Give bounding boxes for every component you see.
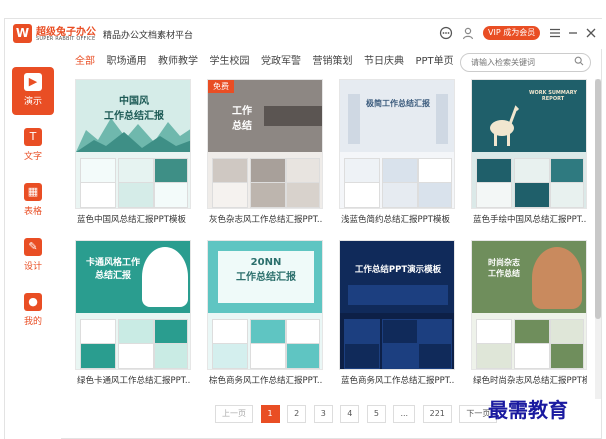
page-button[interactable]: 4 <box>340 405 360 423</box>
scrollbar[interactable] <box>595 79 601 399</box>
template-card[interactable]: 卡通风格工作 总结汇报 绿色卡通风工作总结汇报PPT... <box>75 240 191 392</box>
template-thumbnail[interactable]: 中国风 工作总结汇报 <box>75 79 191 209</box>
minimize-icon[interactable] <box>566 26 580 40</box>
message-icon[interactable] <box>439 26 453 40</box>
search-icon[interactable] <box>574 56 584 69</box>
text-doc-icon: T <box>24 128 42 146</box>
page-button[interactable]: 5 <box>366 405 386 423</box>
sidebar-item-presentation[interactable]: ▶ 演示 <box>12 67 54 115</box>
sidebar-item-label: 我的 <box>23 317 42 327</box>
template-title[interactable]: 绿色时尚杂志风总结汇报PPT模板 <box>473 374 587 386</box>
category-tabs: 全部 职场通用 教师教学 学生校园 党政军警 营销策划 节日庆典 PPT单页 <box>75 52 462 72</box>
slide-title: WORK SUMMARY REPORT <box>529 90 577 102</box>
slide-title: 时尚杂志 工作总结 <box>488 258 520 278</box>
template-card[interactable]: 工作 总结 免费 灰色杂志风工作总结汇报PPT... <box>207 79 323 231</box>
page-button[interactable]: 1 <box>260 405 280 423</box>
template-title[interactable]: 绿色卡通风工作总结汇报PPT... <box>77 374 191 386</box>
sidebar-item-mine[interactable]: ● 我的 <box>12 287 54 335</box>
close-icon[interactable] <box>584 26 598 40</box>
app-slogan: 精品办公文档素材平台 <box>103 31 194 41</box>
sidebar-item-label: 文字 <box>23 152 42 162</box>
tab-festival[interactable]: 节日庆典 <box>364 52 404 72</box>
template-title[interactable]: 蓝色商务风工作总结汇报PPT... <box>341 374 455 386</box>
template-thumbnail[interactable]: 时尚杂志 工作总结 <box>471 240 587 370</box>
template-card[interactable]: 时尚杂志 工作总结 绿色时尚杂志风总结汇报PPT模板 <box>471 240 587 392</box>
page-button[interactable]: 3 <box>313 405 333 423</box>
template-card[interactable]: 极简工作总结汇报 浅蓝色简约总结汇报PPT模板 <box>339 79 455 231</box>
app-window: W 超级兔子办公 SUPER RABBIT OFFICE 精品办公文档素材平台 … <box>4 18 603 439</box>
presentation-icon: ▶ <box>24 73 42 91</box>
slide-title: 中国风 工作总结汇报 <box>104 96 164 122</box>
page-ellipsis: ... <box>393 405 416 423</box>
slide-title: 卡通风格工作 总结汇报 <box>85 258 140 281</box>
sidebar: ▶ 演示 T 文字 ▦ 表格 ✎ 设计 ● 我的 <box>5 49 61 439</box>
template-card[interactable]: WORK SUMMARY REPORT 蓝色手绘中国风总结汇报PPT... <box>471 79 587 231</box>
slide-title: 工作总结PPT演示模板 <box>354 265 442 275</box>
app-name-en: SUPER RABBIT OFFICE <box>36 36 96 42</box>
sidebar-item-label: 表格 <box>23 207 42 217</box>
tab-marketing[interactable]: 营销策划 <box>313 52 353 72</box>
template-card[interactable]: 工作总结PPT演示模板 蓝色商务风工作总结汇报PPT... <box>339 240 455 392</box>
tab-campus[interactable]: 学生校园 <box>210 52 250 72</box>
sidebar-item-design[interactable]: ✎ 设计 <box>12 232 54 280</box>
tab-ppt-single[interactable]: PPT单页 <box>416 52 454 72</box>
design-icon: ✎ <box>24 238 42 256</box>
template-title[interactable]: 蓝色手绘中国风总结汇报PPT... <box>473 213 587 225</box>
template-thumbnail[interactable]: WORK SUMMARY REPORT <box>471 79 587 209</box>
template-title[interactable]: 蓝色中国风总结汇报PPT模板 <box>77 213 191 225</box>
page-button[interactable]: 2 <box>287 405 307 423</box>
search-input[interactable] <box>471 56 571 69</box>
template-title[interactable]: 棕色商务风工作总结汇报PPT... <box>209 374 323 386</box>
sidebar-item-text[interactable]: T 文字 <box>12 122 54 170</box>
vip-button[interactable]: VIP 成为会员 <box>483 26 541 40</box>
logo-icon: W <box>13 24 32 43</box>
template-thumbnail[interactable]: 工作总结PPT演示模板 <box>339 240 455 370</box>
slide-title: 极简工作总结汇报 <box>366 99 430 108</box>
scrollbar-thumb[interactable] <box>595 79 601 319</box>
template-thumbnail[interactable]: 卡通风格工作 总结汇报 <box>75 240 191 370</box>
profile-icon: ● <box>24 293 42 311</box>
slide-title: 20NN 工作总结汇报 <box>236 257 296 283</box>
free-badge: 免费 <box>208 80 234 93</box>
slide-title: 工作 总结 <box>232 106 252 132</box>
template-card[interactable]: 20NN 工作总结汇报 棕色商务风工作总结汇报PPT... <box>207 240 323 392</box>
template-thumbnail[interactable]: 20NN 工作总结汇报 <box>207 240 323 370</box>
search-box <box>460 53 591 72</box>
prev-page-button[interactable]: 上一页 <box>215 405 253 423</box>
page-button[interactable]: 221 <box>422 405 452 423</box>
template-title[interactable]: 灰色杂志风工作总结汇报PPT... <box>209 213 323 225</box>
template-thumbnail[interactable]: 工作 总结 免费 <box>207 79 323 209</box>
template-thumbnail[interactable]: 极简工作总结汇报 <box>339 79 455 209</box>
user-icon[interactable] <box>461 26 475 40</box>
sidebar-item-label: 演示 <box>23 97 42 107</box>
tab-all[interactable]: 全部 <box>75 52 95 72</box>
pagination: 上一页 1 2 3 4 5 ... 221 下一页 <box>215 405 501 423</box>
sidebar-item-label: 设计 <box>23 262 42 272</box>
menu-icon[interactable] <box>548 26 562 40</box>
spreadsheet-icon: ▦ <box>24 183 42 201</box>
template-card[interactable]: 中国风 工作总结汇报 蓝色中国风总结汇报PPT模板 <box>75 79 191 231</box>
tab-government[interactable]: 党政军警 <box>261 52 301 72</box>
sidebar-item-spreadsheet[interactable]: ▦ 表格 <box>12 177 54 225</box>
template-title[interactable]: 浅蓝色简约总结汇报PPT模板 <box>341 213 455 225</box>
title-bar: W 超级兔子办公 SUPER RABBIT OFFICE 精品办公文档素材平台 … <box>5 19 603 49</box>
tab-workplace[interactable]: 职场通用 <box>107 52 147 72</box>
tab-teaching[interactable]: 教师教学 <box>158 52 198 72</box>
watermark: 最需教育 <box>488 398 568 422</box>
